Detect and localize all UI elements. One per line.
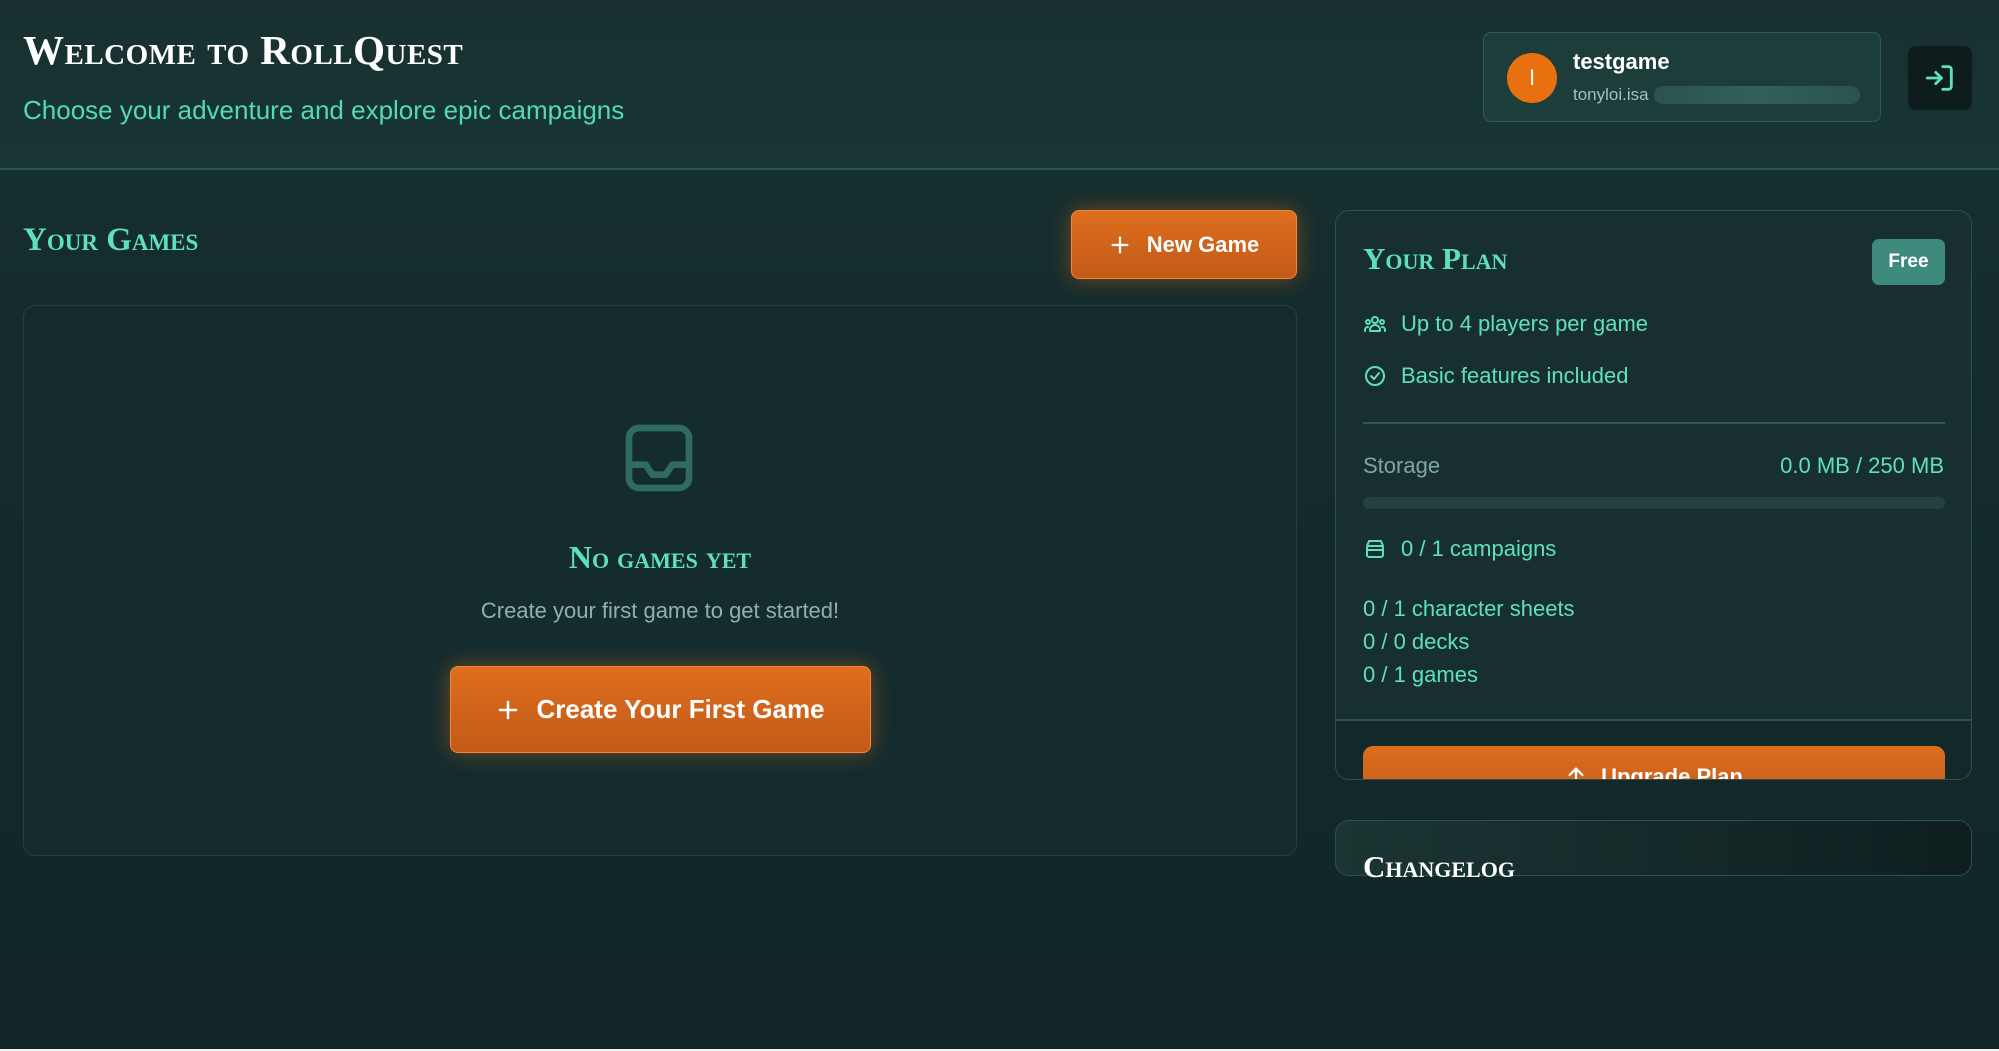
page-title: Welcome to RollQuest — [23, 27, 464, 73]
create-first-game-button[interactable]: Create Your First Game — [450, 666, 871, 753]
user-profile-card[interactable]: I testgame tonyloi.isa — [1483, 32, 1881, 122]
upgrade-plan-button[interactable]: Upgrade Plan — [1363, 746, 1945, 780]
plan-badge: Free — [1872, 239, 1945, 285]
check-circle-icon — [1365, 366, 1385, 386]
dashboard-page: Welcome to RollQuest Choose your adventu… — [0, 0, 1999, 1051]
plan-divider — [1363, 422, 1945, 424]
decks-limit: 0 / 0 decks — [1363, 629, 1470, 654]
feature-label: Basic features included — [1401, 363, 1629, 388]
storage-progress-bar — [1363, 497, 1945, 509]
users-icon — [1364, 316, 1386, 332]
logout-icon — [1925, 65, 1953, 91]
character-sheets-limit: 0 / 1 character sheets — [1363, 596, 1575, 621]
storage-label: Storage — [1363, 453, 1441, 478]
page-subtitle: Choose your adventure and explore epic c… — [23, 95, 625, 125]
user-email: tonyloi.isa — [1573, 85, 1649, 104]
avatar: I — [1507, 53, 1557, 103]
games-limit: 0 / 1 games — [1363, 662, 1478, 687]
new-game-button[interactable]: New Game — [1071, 210, 1297, 279]
archive-icon — [1366, 540, 1384, 558]
your-plan-heading: Your Plan — [1363, 241, 1508, 276]
feature-label: Up to 4 players per game — [1401, 311, 1649, 336]
new-game-label: New Game — [1146, 231, 1260, 257]
plus-icon — [1111, 236, 1129, 253]
storage-value: 0.0 MB / 250 MB — [1780, 453, 1944, 478]
plan-footer: Upgrade Plan — [1336, 719, 1971, 780]
empty-state-text: Create your first game to get started! — [480, 598, 840, 623]
your-games-heading: Your Games — [23, 222, 199, 258]
inbox-icon — [625, 424, 693, 492]
changelog-card: Changelog — [1335, 820, 1972, 884]
games-list-panel: No games yet Create your first game to g… — [23, 305, 1297, 856]
campaigns-limit: 0 / 1 campaigns — [1363, 536, 1556, 562]
feature-basic: Basic features included — [1363, 363, 1628, 389]
logout-button[interactable] — [1908, 46, 1972, 110]
campaigns-limit-text: 0 / 1 campaigns — [1401, 536, 1557, 561]
plus-icon — [499, 700, 518, 719]
email-redaction — [1654, 86, 1860, 104]
user-name: testgame — [1573, 49, 1670, 74]
upgrade-plan-label: Upgrade Plan — [1601, 764, 1743, 780]
arrow-up-icon — [1568, 767, 1584, 779]
page-header: Welcome to RollQuest Choose your adventu… — [0, 0, 1999, 170]
create-first-game-label: Create Your First Game — [536, 694, 825, 724]
empty-state-title: No games yet — [568, 539, 752, 575]
plan-card: Your Plan Free Up to 4 players per game … — [1335, 210, 1972, 780]
feature-players: Up to 4 players per game — [1363, 311, 1648, 337]
changelog-heading: Changelog — [1363, 849, 1515, 884]
